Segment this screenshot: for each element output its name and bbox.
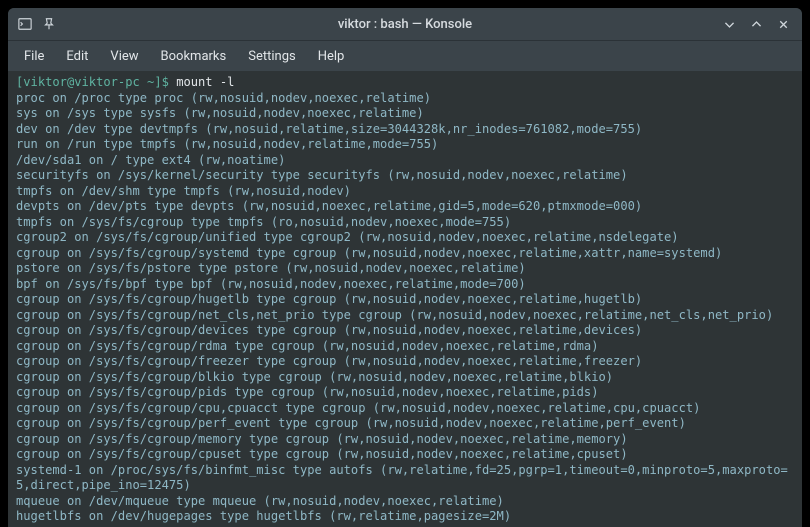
mount-line: sys on /sys type sysfs (rw,nosuid,nodev,…: [16, 106, 794, 122]
menu-help[interactable]: Help: [308, 45, 355, 68]
terminal-output[interactable]: [viktor@viktor-pc ~]$ mount -lproc on /p…: [8, 71, 802, 527]
menu-settings[interactable]: Settings: [238, 45, 305, 68]
mount-line: cgroup on /sys/fs/cgroup/perf_event type…: [16, 416, 794, 432]
mount-line: cgroup on /sys/fs/cgroup/hugetlb type cg…: [16, 292, 794, 308]
mount-line: run on /run type tmpfs (rw,nosuid,nodev,…: [16, 137, 794, 153]
mount-line: cgroup on /sys/fs/cgroup/memory type cgr…: [16, 432, 794, 448]
window-title: viktor : bash — Konsole: [8, 17, 802, 32]
maximize-button[interactable]: [750, 18, 763, 31]
mount-line: pstore on /sys/fs/pstore type pstore (rw…: [16, 261, 794, 277]
titlebar[interactable]: viktor : bash — Konsole: [8, 8, 802, 40]
menu-view[interactable]: View: [100, 45, 148, 68]
prompt-bracket: [viktor@viktor-pc ~]$: [16, 75, 176, 89]
mount-line: /dev/sda1 on / type ext4 (rw,noatime): [16, 153, 794, 169]
mount-line: systemd-1 on /proc/sys/fs/binfmt_misc ty…: [16, 463, 794, 494]
menu-file[interactable]: File: [14, 45, 54, 68]
pin-icon[interactable]: [42, 17, 56, 31]
menu-bookmarks[interactable]: Bookmarks: [151, 45, 237, 68]
mount-line: proc on /proc type proc (rw,nosuid,nodev…: [16, 91, 794, 107]
mount-line: cgroup2 on /sys/fs/cgroup/unified type c…: [16, 230, 794, 246]
mount-line: cgroup on /sys/fs/cgroup/blkio type cgro…: [16, 370, 794, 386]
mount-line: cgroup on /sys/fs/cgroup/systemd type cg…: [16, 246, 794, 262]
mount-line: dev on /dev type devtmpfs (rw,nosuid,rel…: [16, 122, 794, 138]
prompt-line: [viktor@viktor-pc ~]$ mount -l: [16, 75, 794, 91]
mount-line: cgroup on /sys/fs/cgroup/net_cls,net_pri…: [16, 308, 794, 324]
mount-line: cgroup on /sys/fs/cgroup/rdma type cgrou…: [16, 339, 794, 355]
mount-line: cgroup on /sys/fs/cgroup/devices type cg…: [16, 323, 794, 339]
mount-line: securityfs on /sys/kernel/security type …: [16, 168, 794, 184]
mount-line: hugetlbfs on /dev/hugepages type hugetlb…: [16, 509, 794, 525]
minimize-button[interactable]: [723, 18, 736, 31]
close-button[interactable]: [777, 18, 790, 31]
prompt-command: mount -l: [176, 75, 234, 89]
terminal-icon: [18, 17, 32, 31]
menu-edit[interactable]: Edit: [56, 45, 98, 68]
mount-line: cgroup on /sys/fs/cgroup/freezer type cg…: [16, 354, 794, 370]
mount-line: cgroup on /sys/fs/cgroup/cpu,cpuacct typ…: [16, 401, 794, 417]
mount-line: bpf on /sys/fs/bpf type bpf (rw,nosuid,n…: [16, 277, 794, 293]
menubar: File Edit View Bookmarks Settings Help: [8, 40, 802, 71]
konsole-window: viktor : bash — Konsole File Edit View B…: [8, 8, 802, 527]
mount-line: tmpfs on /dev/shm type tmpfs (rw,nosuid,…: [16, 184, 794, 200]
mount-line: cgroup on /sys/fs/cgroup/pids type cgrou…: [16, 385, 794, 401]
mount-line: cgroup on /sys/fs/cgroup/cpuset type cgr…: [16, 447, 794, 463]
mount-line: mqueue on /dev/mqueue type mqueue (rw,no…: [16, 494, 794, 510]
mount-line: tmpfs on /sys/fs/cgroup type tmpfs (ro,n…: [16, 215, 794, 231]
mount-line: devpts on /dev/pts type devpts (rw,nosui…: [16, 199, 794, 215]
